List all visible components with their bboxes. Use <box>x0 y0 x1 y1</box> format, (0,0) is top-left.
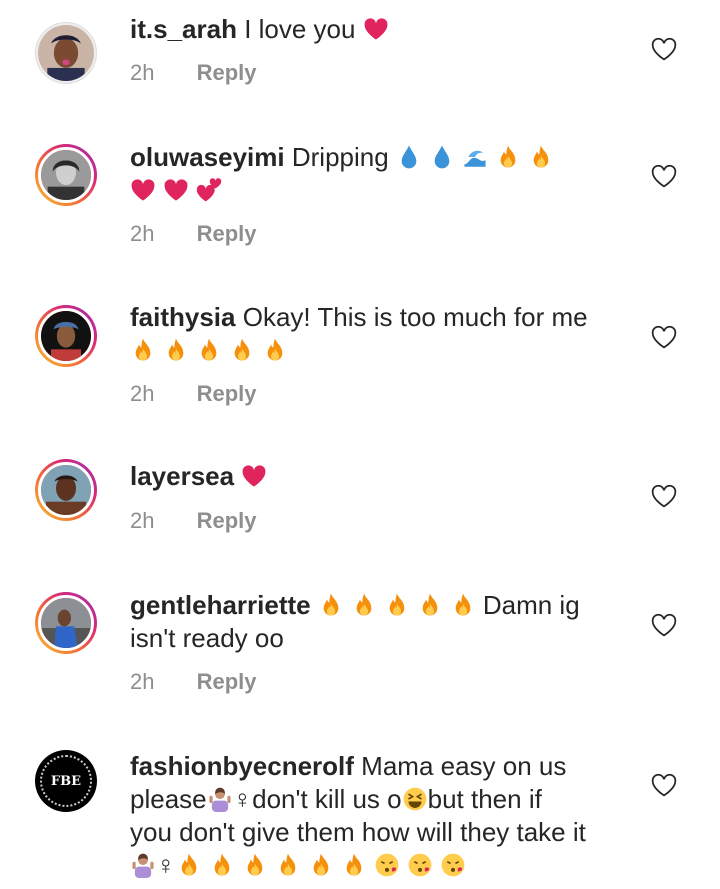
avatar[interactable] <box>35 144 97 206</box>
comment-body-part: but then if <box>427 784 542 814</box>
comment-body: Damn ig <box>482 590 580 620</box>
grinning-squinting-face-icon <box>402 786 428 812</box>
avatar[interactable] <box>35 459 97 521</box>
kissing-face-icon <box>407 852 433 878</box>
like-heart-icon[interactable] <box>650 772 678 798</box>
fire-icon <box>176 852 202 878</box>
comment-meta: 2h Reply <box>130 508 257 534</box>
avatar[interactable] <box>35 305 97 367</box>
fire-icon <box>229 337 255 363</box>
fire-icon <box>242 852 268 878</box>
fire-icon <box>308 852 334 878</box>
like-heart-icon[interactable] <box>650 163 678 189</box>
kissing-face-icon <box>374 852 400 878</box>
timestamp: 2h <box>130 381 155 406</box>
reply-button[interactable]: Reply <box>197 60 257 85</box>
like-heart-icon[interactable] <box>650 324 678 350</box>
pink-heart-icon <box>241 463 267 489</box>
username[interactable]: layersea <box>130 461 234 491</box>
comment-body-part: you don't give them how will they take i… <box>130 817 586 847</box>
avatar[interactable] <box>35 592 97 654</box>
comment-text: oluwaseyimi Dripping <box>130 141 650 207</box>
pink-heart-icon <box>363 16 389 42</box>
timestamp: 2h <box>130 508 155 533</box>
droplet-icon <box>429 144 455 170</box>
water-wave-icon <box>462 144 488 170</box>
like-heart-icon[interactable] <box>650 612 678 638</box>
fire-icon <box>262 337 288 363</box>
comment-text: gentleharriette Damn ig isn't ready oo <box>130 589 650 655</box>
fire-icon <box>417 592 443 618</box>
comment-meta: 2h Reply <box>130 60 257 86</box>
fire-icon <box>528 144 554 170</box>
fire-icon <box>275 852 301 878</box>
pink-heart-icon <box>163 177 189 203</box>
username[interactable]: gentleharriette <box>130 590 311 620</box>
comment-text: it.s_arah I love you <box>130 13 650 46</box>
fire-icon <box>196 337 222 363</box>
username[interactable]: fashionbyecnerolf <box>130 751 354 781</box>
comment-body: Okay! This is too much for me <box>242 302 588 332</box>
fire-icon <box>318 592 344 618</box>
reply-button[interactable]: Reply <box>197 508 257 533</box>
comment-body-part: ♀don't kill us o <box>232 784 402 814</box>
reply-button[interactable]: Reply <box>197 669 257 694</box>
kissing-face-icon <box>440 852 466 878</box>
comment-text: fashionbyecnerolf Mama easy on us please… <box>130 750 650 882</box>
fire-icon <box>384 592 410 618</box>
fire-icon <box>450 592 476 618</box>
avatar[interactable] <box>35 22 97 84</box>
username[interactable]: oluwaseyimi <box>130 142 285 172</box>
pink-heart-icon <box>130 177 156 203</box>
comment-meta: 2h Reply <box>130 381 257 407</box>
fire-icon <box>130 337 156 363</box>
droplet-icon <box>396 144 422 170</box>
comment-body: I love you <box>244 14 356 44</box>
timestamp: 2h <box>130 60 155 85</box>
like-heart-icon[interactable] <box>650 36 678 62</box>
comment-body-continued: isn't ready oo <box>130 623 284 653</box>
comment-body: Mama easy on us <box>361 751 567 781</box>
fire-icon <box>495 144 521 170</box>
fire-icon <box>341 852 367 878</box>
timestamp: 2h <box>130 669 155 694</box>
fire-icon <box>209 852 235 878</box>
username[interactable]: it.s_arah <box>130 14 237 44</box>
comment-text: layersea <box>130 460 650 493</box>
two-hearts-icon <box>196 177 222 203</box>
comment-body-part: please <box>130 784 207 814</box>
comment-body-part: ♀ <box>156 850 176 880</box>
comment-meta: 2h Reply <box>130 669 257 695</box>
brand-logo-text: FBE <box>50 773 82 789</box>
fire-icon <box>163 337 189 363</box>
timestamp: 2h <box>130 221 155 246</box>
reply-button[interactable]: Reply <box>197 221 257 246</box>
fire-icon <box>351 592 377 618</box>
reply-button[interactable]: Reply <box>197 381 257 406</box>
username[interactable]: faithysia <box>130 302 236 332</box>
like-heart-icon[interactable] <box>650 483 678 509</box>
person-shrugging-icon <box>130 852 156 878</box>
avatar[interactable]: FBE <box>35 750 97 812</box>
comment-body: Dripping <box>291 142 389 172</box>
comment-meta: 2h Reply <box>130 221 257 247</box>
person-gesturing-no-icon <box>207 786 233 812</box>
comment-text: faithysia Okay! This is too much for me <box>130 301 650 367</box>
